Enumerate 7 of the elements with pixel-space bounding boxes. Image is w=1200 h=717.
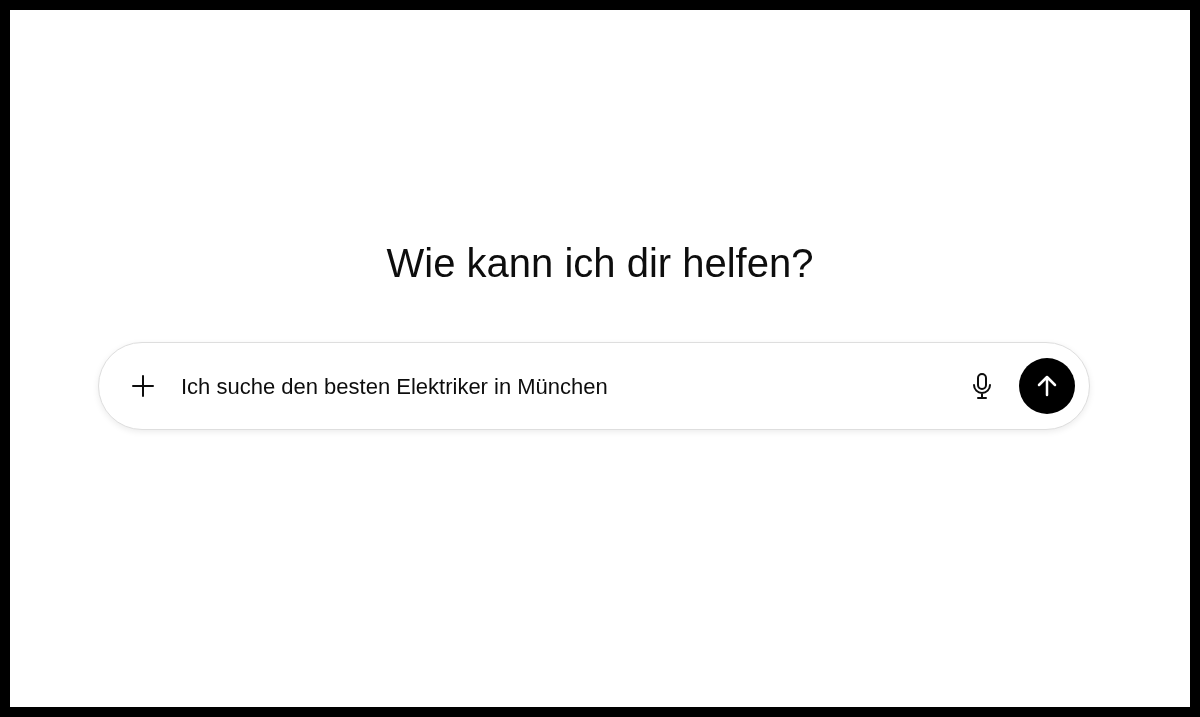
prompt-input[interactable]: Ich suche den besten Elektriker in München (181, 369, 964, 403)
arrow-up-icon (1036, 375, 1058, 397)
plus-icon (131, 374, 155, 398)
prompt-bar[interactable]: Ich suche den besten Elektriker in München (98, 342, 1090, 430)
page-heading: Wie kann ich dir helfen? (386, 240, 814, 287)
microphone-icon (971, 372, 993, 400)
send-button[interactable] (1019, 358, 1075, 414)
